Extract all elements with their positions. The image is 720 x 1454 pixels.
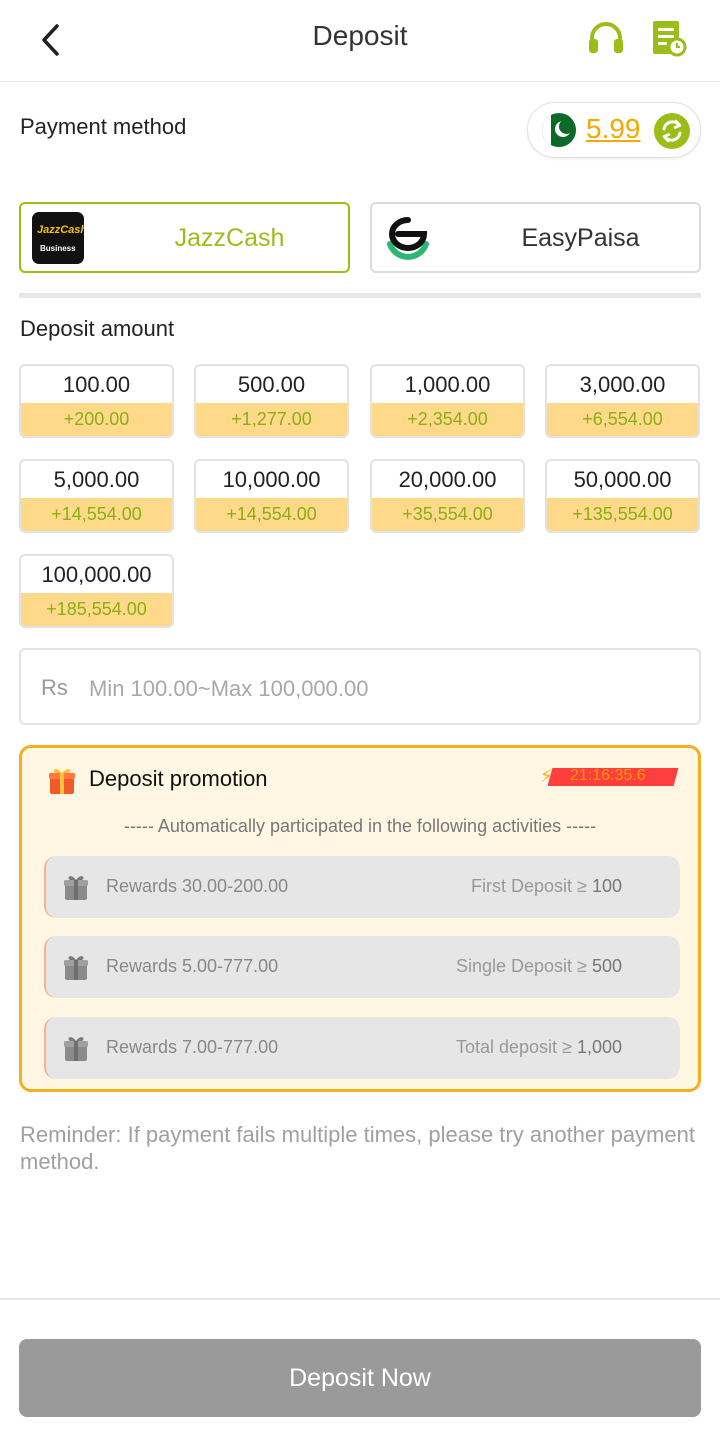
reminder-text: Reminder: If payment fails multiple time… bbox=[20, 1122, 695, 1174]
deposit-amount-label: Deposit amount bbox=[20, 316, 175, 341]
amount-option[interactable]: 50,000.00 +135,554.00 bbox=[545, 459, 700, 533]
balance-pill: 5.99 bbox=[527, 102, 701, 158]
amount-option[interactable]: 20,000.00 +35,554.00 bbox=[370, 459, 525, 533]
document-clock-icon bbox=[653, 21, 687, 57]
method-label: EasyPaisa bbox=[521, 224, 640, 252]
method-label: JazzCash bbox=[174, 224, 285, 252]
easypaisa-logo bbox=[387, 217, 429, 260]
amount-input[interactable]: Rs Min 100.00~Max 100,000.00 bbox=[19, 648, 701, 725]
method-easypaisa[interactable]: EasyPaisa bbox=[370, 202, 701, 273]
pakistan-flag-icon bbox=[542, 113, 576, 147]
footer-divider bbox=[0, 1298, 720, 1300]
promotion-title: Deposit promotion bbox=[89, 766, 268, 791]
jazzcash-logo: JazzCash Business bbox=[32, 212, 84, 264]
amount-placeholder: Min 100.00~Max 100,000.00 bbox=[89, 676, 369, 701]
refresh-icon bbox=[662, 119, 682, 143]
amount-option[interactable]: 1,000.00 +2,354.00 bbox=[370, 364, 525, 438]
headphones-icon bbox=[589, 22, 623, 53]
currency-label: Rs bbox=[41, 675, 68, 700]
gift-icon bbox=[64, 1037, 88, 1061]
method-jazzcash[interactable]: JazzCash Business JazzCash bbox=[19, 202, 350, 273]
amount-option[interactable]: 5,000.00 +14,554.00 bbox=[19, 459, 174, 533]
auto-participate-text: ----- Automatically participated in the … bbox=[123, 816, 597, 836]
promotion-timer: ⚡ 21:16:35.6 bbox=[538, 766, 680, 788]
amount-option[interactable]: 500.00 +1,277.00 bbox=[194, 364, 349, 438]
gift-icon bbox=[49, 769, 75, 794]
reward-item: Rewards 5.00-777.00 Single Deposit ≥ 500 bbox=[44, 936, 680, 998]
support-button[interactable] bbox=[586, 18, 626, 58]
balance-amount: 5.99 bbox=[586, 113, 641, 144]
section-divider bbox=[19, 293, 701, 298]
deposit-record-button[interactable] bbox=[648, 18, 688, 58]
payment-method-label: Payment method bbox=[20, 114, 187, 139]
gift-icon bbox=[64, 876, 88, 900]
refresh-balance-button[interactable] bbox=[654, 113, 690, 149]
reward-item: Rewards 30.00-200.00 First Deposit ≥ 100 bbox=[44, 856, 680, 918]
app-header: Deposit bbox=[0, 0, 720, 82]
deposit-now-button[interactable]: Deposit Now bbox=[19, 1339, 701, 1417]
gift-icon bbox=[64, 956, 88, 980]
lightning-icon: ⚡ bbox=[540, 766, 553, 786]
reward-item: Rewards 7.00-777.00 Total deposit ≥ 1,00… bbox=[44, 1017, 680, 1079]
amount-option[interactable]: 3,000.00 +6,554.00 bbox=[545, 364, 700, 438]
amount-option[interactable]: 100,000.00 +185,554.00 bbox=[19, 554, 174, 628]
amount-option[interactable]: 10,000.00 +14,554.00 bbox=[194, 459, 349, 533]
amount-option[interactable]: 100.00 +200.00 bbox=[19, 364, 174, 438]
deposit-promotion-card: Deposit promotion ⚡ 21:16:35.6 ----- Aut… bbox=[19, 745, 701, 1092]
